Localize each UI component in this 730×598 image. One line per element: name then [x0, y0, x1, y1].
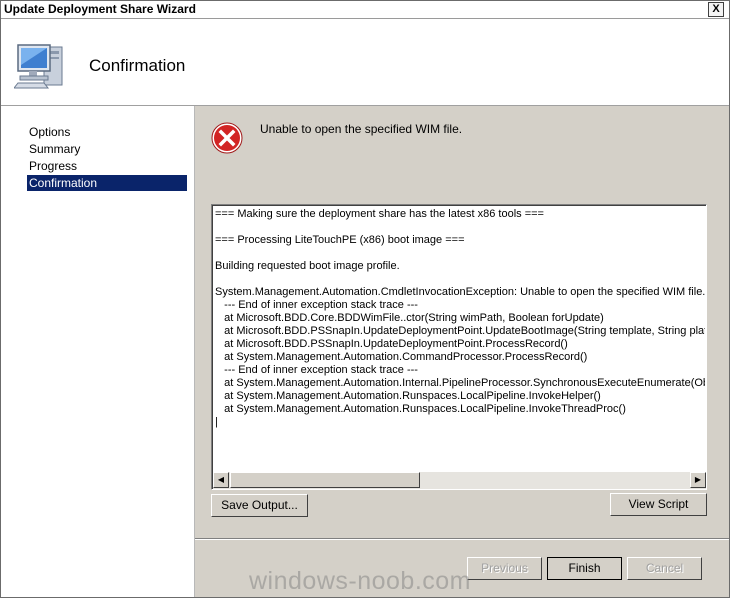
sidebar-item-options[interactable]: Options: [27, 124, 187, 140]
confirmation-content: Unable to open the specified WIM file. =…: [195, 106, 729, 538]
log-line: --- End of inner exception stack trace -…: [215, 364, 418, 376]
previous-button[interactable]: Previous: [467, 557, 542, 580]
wizard-steps-sidebar: Options Summary Progress Confirmation: [1, 106, 195, 597]
error-x-icon: [211, 122, 243, 154]
close-button[interactable]: X: [708, 2, 724, 17]
horizontal-scrollbar[interactable]: ◀ ▶: [213, 472, 706, 489]
finish-button[interactable]: Finish: [547, 557, 622, 580]
title-bar: Update Deployment Share Wizard X: [1, 1, 729, 19]
scroll-thumb[interactable]: [230, 472, 420, 488]
output-log-box[interactable]: === Making sure the deployment share has…: [211, 204, 707, 490]
cancel-button[interactable]: Cancel: [627, 557, 702, 580]
log-line: at Microsoft.BDD.Core.BDDWimFile..ctor(S…: [215, 312, 604, 324]
save-output-button[interactable]: Save Output...: [211, 494, 308, 517]
log-line: at System.Management.Automation.Runspace…: [215, 390, 601, 402]
computer-monitor-icon: [14, 44, 63, 89]
log-line: at System.Management.Automation.Internal…: [215, 377, 705, 389]
log-line: at System.Management.Automation.CommandP…: [215, 351, 588, 363]
sidebar-item-summary[interactable]: Summary: [27, 141, 187, 157]
log-line: --- End of inner exception stack trace -…: [215, 299, 418, 311]
log-line: at System.Management.Automation.Runspace…: [215, 403, 626, 415]
view-script-button[interactable]: View Script: [610, 493, 707, 516]
scroll-right-button[interactable]: ▶: [690, 472, 706, 488]
log-line: |: [215, 416, 218, 428]
log-line: System.Management.Automation.CmdletInvoc…: [215, 286, 705, 298]
wizard-header: Confirmation: [1, 19, 729, 106]
sidebar-item-confirmation[interactable]: Confirmation: [27, 175, 187, 191]
footer-divider: [195, 539, 729, 540]
output-log-text: === Making sure the deployment share has…: [215, 208, 705, 470]
window-title: Update Deployment Share Wizard: [4, 2, 196, 16]
page-title: Confirmation: [89, 56, 186, 75]
log-line: at Microsoft.BDD.PSSnapIn.UpdateDeployme…: [215, 325, 705, 337]
error-message: Unable to open the specified WIM file.: [260, 122, 463, 136]
wizard-window: Update Deployment Share Wizard X Confirm…: [0, 0, 730, 598]
output-log-frame: === Making sure the deployment share has…: [212, 205, 706, 489]
log-line: Building requested boot image profile.: [215, 260, 400, 272]
sidebar-item-progress[interactable]: Progress: [27, 158, 187, 174]
watermark-text: windows-noob.com: [249, 567, 471, 595]
scroll-left-button[interactable]: ◀: [213, 472, 229, 488]
log-line: at Microsoft.BDD.PSSnapIn.UpdateDeployme…: [215, 338, 568, 350]
log-line: === Making sure the deployment share has…: [215, 208, 544, 220]
log-line: === Processing LiteTouchPE (x86) boot im…: [215, 234, 465, 246]
